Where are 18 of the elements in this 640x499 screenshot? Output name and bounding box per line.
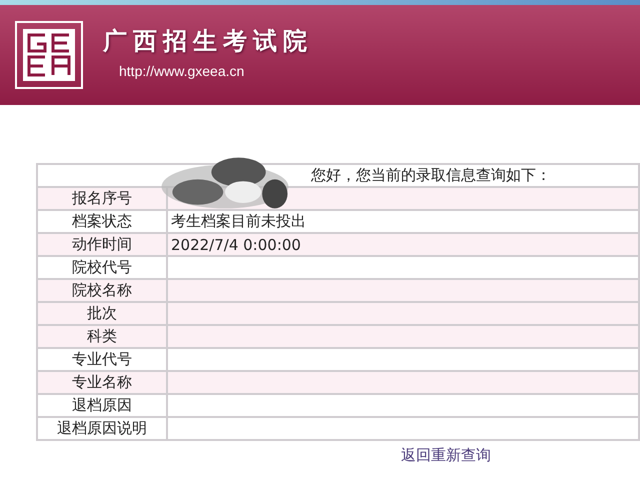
field-label: 院校代号 [72,258,132,276]
field-label: 动作时间 [72,235,132,253]
field-label: 退档原因说明 [57,419,147,437]
field-label: 报名序号 [72,189,132,207]
field-value: 2022/7/4 0:00:00 [171,236,301,254]
field-label: 批次 [87,304,117,322]
field-label: 退档原因 [72,396,132,414]
field-label: 院校名称 [72,281,132,299]
field-label: 档案状态 [72,212,132,230]
site-url: http://www.gxeea.cn [118,63,246,79]
back-link[interactable]: 返回重新查询 [401,446,491,464]
field-label: 专业代号 [72,350,132,368]
greeting-text: 您好，您当前的录取信息查询如下： [311,166,551,185]
logo-icon [15,21,83,89]
site-title: 广西招生考试院 [103,26,313,57]
field-label: 科类 [87,327,117,345]
field-value: 考生档案目前未投出 [171,212,306,230]
field-label: 专业名称 [72,373,132,391]
